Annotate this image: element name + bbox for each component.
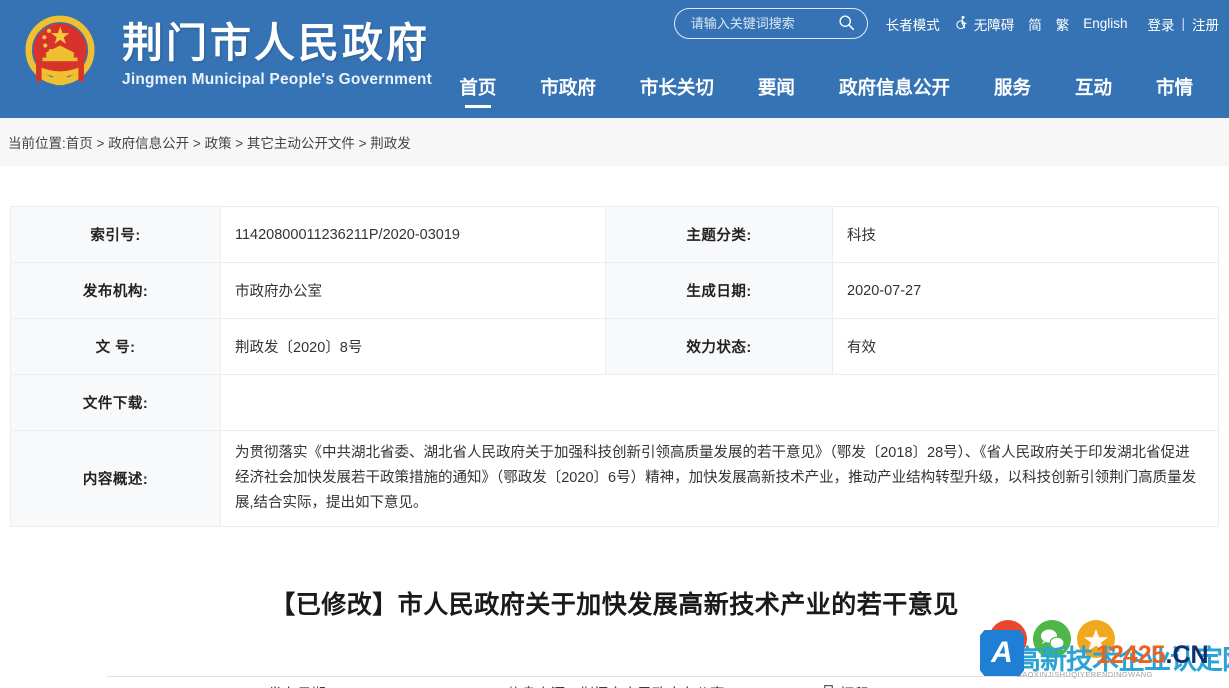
value-topic-category: 科技 <box>832 206 1219 263</box>
language-group: 简 繁 English <box>1028 14 1127 34</box>
breadcrumb[interactable]: 当前位置:首页 > 政府信息公开 > 政策 > 其它主动公开文件 > 荆政发 <box>8 132 411 152</box>
elder-mode-link[interactable]: 长者模式 <box>886 14 940 34</box>
label-index-number: 索引号: <box>10 206 221 263</box>
information-source: 信息来源：荆门市人民政府办公室 <box>507 683 725 688</box>
footer-divider <box>107 676 1122 677</box>
value-creation-date: 2020-07-27 <box>832 262 1219 319</box>
label-creation-date: 生成日期: <box>605 262 833 319</box>
accessibility-link[interactable]: 无障碍 <box>974 14 1015 34</box>
page-title: 【已修改】市人民政府关于加快发展高新技术产业的若干意见 <box>270 590 959 619</box>
nav-item-services[interactable]: 服务 <box>972 74 1053 118</box>
search-input[interactable] <box>690 16 831 31</box>
label-document-number: 文 号: <box>10 318 221 375</box>
china-national-emblem-icon <box>14 6 106 98</box>
search-icon[interactable] <box>838 14 855 34</box>
login-link[interactable]: 登录 <box>1147 14 1174 34</box>
nav-item-home[interactable]: 首页 <box>437 74 518 118</box>
value-issuing-agency: 市政府办公室 <box>220 262 606 319</box>
register-link[interactable]: 注册 <box>1192 14 1219 34</box>
label-topic-category: 主题分类: <box>605 206 833 263</box>
label-issuing-agency: 发布机构: <box>10 262 221 319</box>
table-row: 文 号: 荆政发〔2020〕8号 效力状态: 有效 <box>10 318 1219 375</box>
print-button[interactable]: 打印 <box>821 683 869 688</box>
table-row: 发布机构: 市政府办公室 生成日期: 2020-07-27 <box>10 262 1219 319</box>
site-brand[interactable]: 荆门市人民政府 Jingmen Municipal People's Gover… <box>14 6 432 98</box>
label-file-download: 文件下载: <box>10 374 221 431</box>
value-validity-status: 有效 <box>832 318 1219 375</box>
nav-item-city-government[interactable]: 市政府 <box>518 74 618 118</box>
document-title-block: 【已修改】市人民政府关于加快发展高新技术产业的若干意见 <box>10 585 1219 621</box>
lang-english-link[interactable]: English <box>1083 16 1127 31</box>
main-nav: 首页 市政府 市长关切 要闻 政府信息公开 服务 互动 市情 <box>437 74 1215 118</box>
main-content: 索引号: 11420800011236211P/2020-03019 主题分类:… <box>0 206 1229 688</box>
site-title-cn: 荆门市人民政府 <box>122 19 430 66</box>
label-validity-status: 效力状态: <box>605 318 833 375</box>
table-row: 内容概述: 为贯彻落实《中共湖北省委、湖北省人民政府关于加强科技创新引领高质量发… <box>10 430 1219 527</box>
nav-item-mayor-concern[interactable]: 市长关切 <box>618 74 736 118</box>
printer-icon[interactable] <box>821 684 836 688</box>
nav-item-government-info-disclosure[interactable]: 政府信息公开 <box>817 74 972 118</box>
nav-item-interaction[interactable]: 互动 <box>1053 74 1134 118</box>
account-separator: | <box>1181 16 1185 31</box>
table-row: 索引号: 11420800011236211P/2020-03019 主题分类:… <box>10 206 1219 263</box>
table-row: 文件下载: <box>10 374 1219 431</box>
utility-bar: 长者模式 无障碍 简 繁 English 登录 | 注册 <box>673 8 1219 39</box>
wheelchair-accessibility-icon[interactable] <box>954 15 969 33</box>
value-index-number: 11420800011236211P/2020-03019 <box>220 206 606 263</box>
search-box[interactable] <box>673 8 868 39</box>
lang-simplified-link[interactable]: 简 <box>1028 14 1042 34</box>
print-label[interactable]: 打印 <box>840 683 869 688</box>
document-meta-row: 发布日期：2020-07-27 17:55 信息来源：荆门市人民政府办公室 打印 <box>10 683 1219 688</box>
site-header: 荆门市人民政府 Jingmen Municipal People's Gover… <box>0 0 1229 118</box>
label-content-summary: 内容概述: <box>10 430 221 527</box>
document-meta-table: 索引号: 11420800011236211P/2020-03019 主题分类:… <box>10 206 1219 527</box>
lang-traditional-link[interactable]: 繁 <box>1056 14 1070 34</box>
brand-text: 荆门市人民政府 Jingmen Municipal People's Gover… <box>122 15 432 89</box>
site-title-en: Jingmen Municipal People's Government <box>122 71 432 89</box>
value-document-number: 荆政发〔2020〕8号 <box>220 318 606 375</box>
value-content-summary: 为贯彻落实《中共湖北省委、湖北省人民政府关于加强科技创新引领高质量发展的若干意见… <box>220 430 1219 527</box>
breadcrumb-bar: 当前位置:首页 > 政府信息公开 > 政策 > 其它主动公开文件 > 荆政发 <box>0 118 1229 166</box>
nav-item-city-profile[interactable]: 市情 <box>1134 74 1215 118</box>
nav-item-news[interactable]: 要闻 <box>736 74 817 118</box>
value-file-download[interactable] <box>220 374 1219 431</box>
account-group: 登录 | 注册 <box>1147 14 1219 34</box>
publish-date: 发布日期：2020-07-27 17:55 <box>268 683 455 688</box>
